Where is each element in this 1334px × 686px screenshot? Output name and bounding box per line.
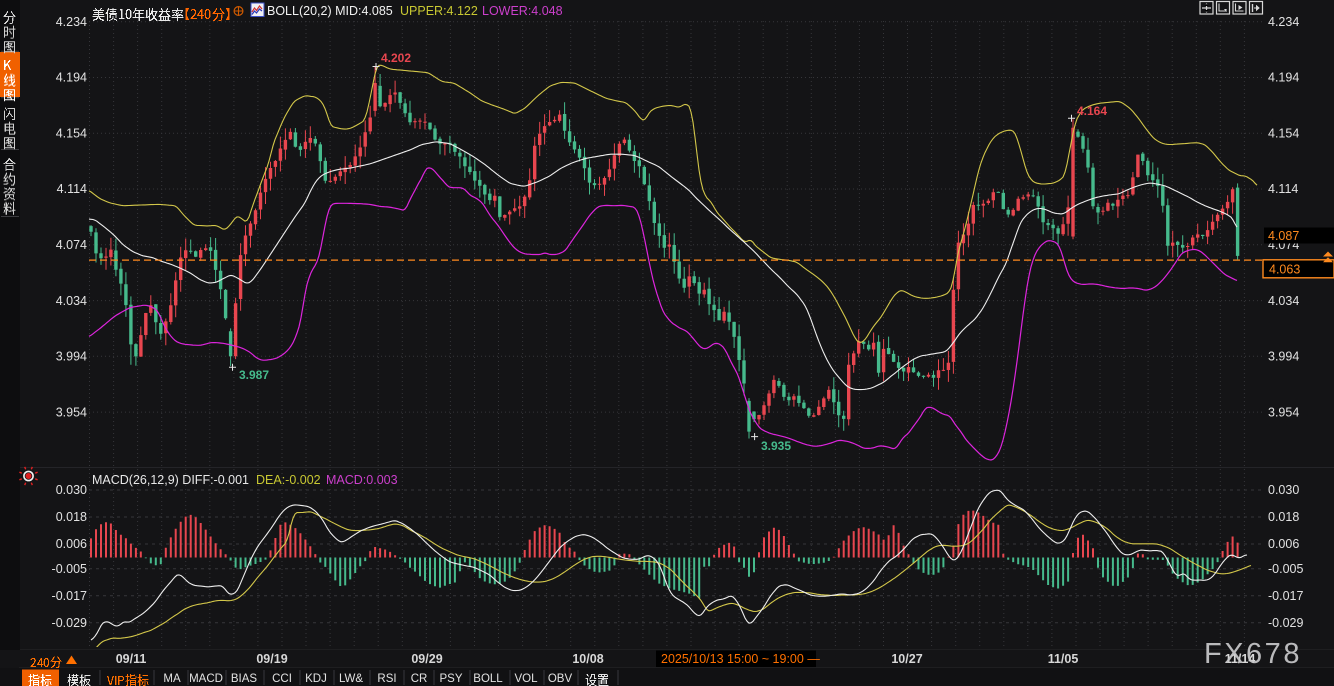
svg-text:MACD: MACD [189, 673, 223, 685]
svg-text:-0.029: -0.029 [52, 616, 87, 630]
svg-text:0.030: 0.030 [1268, 483, 1299, 497]
svg-text:09/29: 09/29 [411, 652, 442, 666]
svg-text:RSI: RSI [377, 673, 396, 685]
svg-text:4.154: 4.154 [1268, 126, 1299, 140]
svg-text:0.018: 0.018 [1268, 510, 1299, 524]
svg-text:4.154: 4.154 [56, 126, 87, 140]
svg-text:-0.005: -0.005 [52, 562, 87, 576]
svg-text:4.194: 4.194 [56, 71, 87, 85]
svg-text:3.987: 3.987 [239, 368, 269, 382]
svg-text:3.994: 3.994 [56, 350, 87, 364]
svg-text:4.234: 4.234 [56, 15, 87, 29]
svg-text:09/19: 09/19 [256, 652, 287, 666]
svg-text:4.034: 4.034 [1268, 294, 1299, 308]
svg-text:-0.017: -0.017 [1268, 589, 1303, 603]
svg-text:4.194: 4.194 [1268, 71, 1299, 85]
svg-text:VOL: VOL [514, 673, 538, 685]
svg-text:3.994: 3.994 [1268, 350, 1299, 364]
svg-text:4.087: 4.087 [1268, 229, 1299, 243]
svg-text:MACD:0.003: MACD:0.003 [326, 473, 398, 487]
svg-text:CR: CR [411, 673, 428, 685]
svg-text:OBV: OBV [548, 673, 573, 685]
svg-text:4.234: 4.234 [1268, 15, 1299, 29]
svg-text:4.034: 4.034 [56, 294, 87, 308]
svg-text:UPPER:4.122: UPPER:4.122 [400, 4, 478, 18]
svg-text:4.114: 4.114 [57, 182, 87, 196]
svg-text:MA: MA [163, 673, 181, 685]
svg-text:4.063: 4.063 [1269, 263, 1300, 277]
svg-text:FX678: FX678 [1204, 638, 1302, 670]
svg-text:DEA:-0.002: DEA:-0.002 [256, 473, 321, 487]
svg-text:4.074: 4.074 [56, 238, 87, 252]
svg-text:BIAS: BIAS [231, 673, 258, 685]
svg-text:4.114: 4.114 [1268, 182, 1298, 196]
svg-text:4.202: 4.202 [381, 51, 411, 65]
svg-text:4.164: 4.164 [1077, 104, 1107, 118]
svg-text:11/05: 11/05 [1048, 652, 1079, 666]
svg-text:09/11: 09/11 [116, 652, 147, 666]
svg-text:MACD(26,12,9) DIFF:-0.001: MACD(26,12,9) DIFF:-0.001 [92, 473, 249, 487]
svg-text:KDJ: KDJ [305, 673, 327, 685]
svg-text:PSY: PSY [439, 673, 462, 685]
svg-text:0.018: 0.018 [56, 510, 87, 524]
svg-text:-0.017: -0.017 [52, 589, 87, 603]
svg-text:0.006: 0.006 [56, 537, 87, 551]
svg-text:3.954: 3.954 [56, 405, 87, 419]
svg-text:LW&: LW& [339, 673, 363, 685]
svg-text:-0.029: -0.029 [1268, 616, 1303, 630]
svg-text:3.954: 3.954 [1268, 405, 1299, 419]
svg-text:10/27: 10/27 [891, 652, 922, 666]
svg-text:LOWER:4.048: LOWER:4.048 [482, 4, 563, 18]
svg-text:10/08: 10/08 [572, 652, 603, 666]
svg-text:0.030: 0.030 [56, 483, 87, 497]
svg-text:BOLL: BOLL [473, 673, 503, 685]
svg-text:0.006: 0.006 [1268, 537, 1299, 551]
svg-text:BOLL(20,2) MID:4.085: BOLL(20,2) MID:4.085 [267, 4, 393, 18]
svg-text:-0.005: -0.005 [1268, 562, 1303, 576]
svg-text:2025/10/13 15:00 ~ 19:00 —: 2025/10/13 15:00 ~ 19:00 — [661, 652, 820, 666]
svg-text:3.935: 3.935 [761, 439, 791, 453]
svg-text:CCI: CCI [272, 673, 292, 685]
